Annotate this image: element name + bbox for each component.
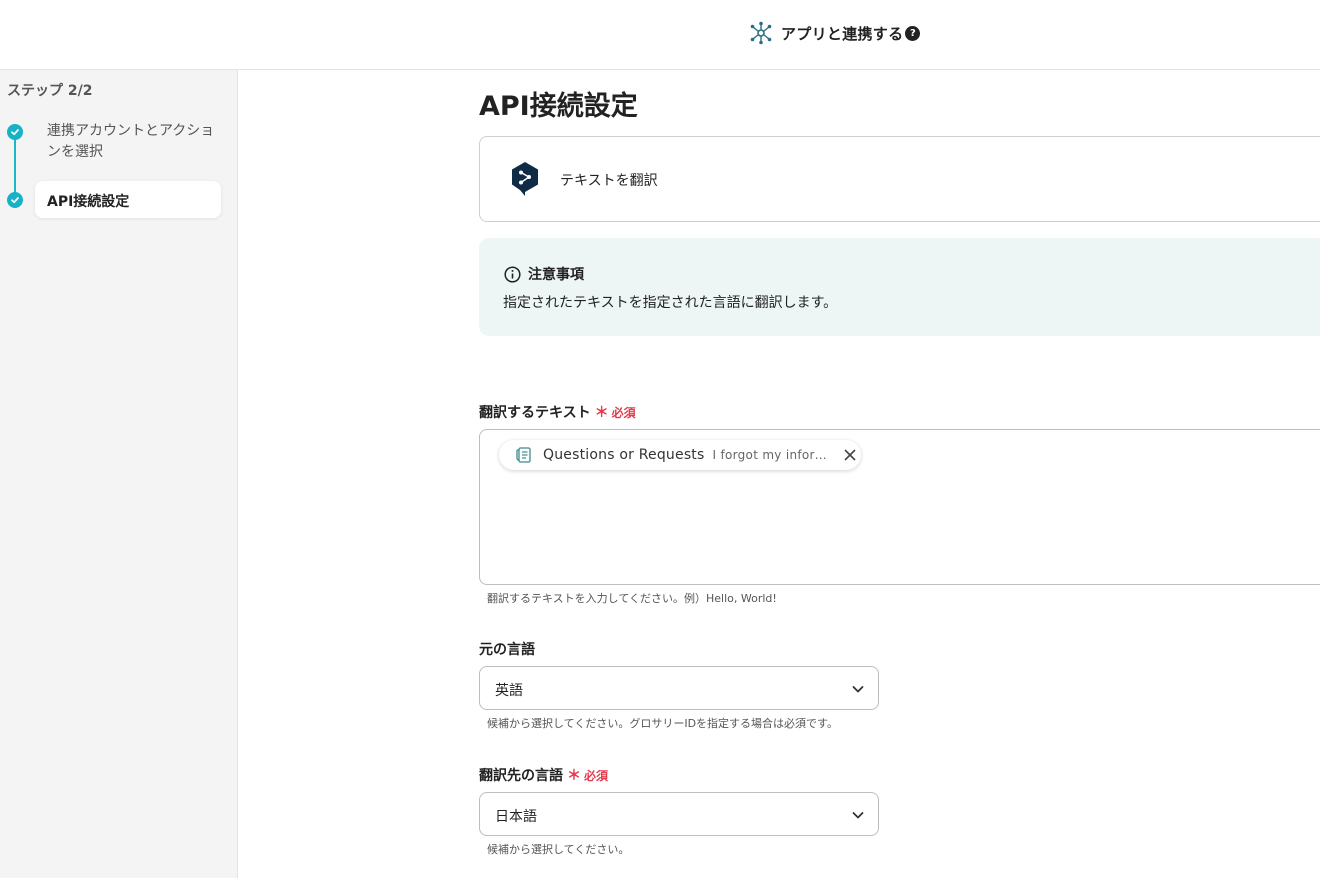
top-header: アプリと連携する ? — [0, 0, 1320, 70]
source-lang-hint: 候補から選択してください。グロサリーIDを指定する場合は必須です。 — [487, 717, 838, 730]
action-label: テキストを翻訳 — [560, 173, 658, 189]
step-1-check-icon — [7, 124, 23, 140]
header-title: アプリと連携する — [781, 24, 904, 43]
target-lang-label-text: 翻訳先の言語 — [479, 768, 563, 784]
target-lang-label: 翻訳先の言語 ＊ 必須 — [479, 765, 608, 785]
target-lang-hint: 候補から選択してください。 — [487, 843, 630, 856]
text-to-translate-input[interactable]: Questions or Requests I forgot my inform… — [479, 429, 1320, 585]
source-lang-select[interactable]: 英語 — [479, 666, 879, 710]
target-lang-value: 日本語 — [495, 809, 537, 825]
source-lang-label: 元の言語 — [479, 639, 535, 659]
deepl-logo-icon — [512, 162, 538, 196]
text-field-hint: 翻訳するテキストを入力してください。例）Hello, World! — [487, 592, 777, 605]
header-title-group: アプリと連携する ? — [750, 20, 921, 46]
source-lang-label-text: 元の言語 — [479, 642, 535, 658]
chevron-down-icon — [852, 686, 864, 693]
required-badge: 必須 — [611, 405, 636, 420]
target-lang-select[interactable]: 日本語 — [479, 792, 879, 836]
network-hub-icon — [750, 21, 772, 45]
notice-box: 注意事項 指定されたテキストを指定された言語に翻訳します。 — [479, 238, 1320, 336]
text-field-label: 翻訳するテキスト ＊ 必須 — [479, 402, 636, 422]
step-2-check-icon — [7, 192, 23, 208]
action-card: テキストを翻訳 — [479, 136, 1320, 222]
page-title: API接続設定 — [479, 91, 638, 122]
source-lang-value: 英語 — [495, 683, 523, 699]
text-field-label-text: 翻訳するテキスト — [479, 405, 591, 421]
sidebar-step-api-settings[interactable]: API接続設定 — [35, 181, 221, 218]
close-icon[interactable] — [843, 448, 857, 462]
form-document-icon — [516, 447, 531, 463]
chip-variable-value: I forgot my information and would like t… — [712, 448, 833, 462]
chip-variable-name: Questions or Requests — [543, 447, 705, 463]
step-counter: ステップ 2/2 — [7, 83, 93, 99]
required-badge: 必須 — [584, 768, 609, 783]
info-icon — [504, 265, 521, 283]
help-icon[interactable]: ? — [905, 25, 921, 41]
sidebar-steps: ステップ 2/2 連携アカウントとアクションを選択 API接続設定 — [0, 70, 238, 878]
notice-body: 指定されたテキストを指定された言語に翻訳します。 — [503, 295, 838, 311]
chevron-down-icon — [852, 812, 864, 819]
required-star: ＊ — [594, 405, 609, 421]
timeline-connector — [14, 132, 16, 200]
notice-title: 注意事項 — [528, 267, 584, 283]
notice-header: 注意事項 — [504, 264, 584, 284]
sidebar-step-api-settings-label: API接続設定 — [47, 194, 130, 210]
required-star: ＊ — [567, 768, 581, 784]
sidebar-step-select-account[interactable]: 連携アカウントとアクションを選択 — [47, 121, 217, 163]
variable-chip[interactable]: Questions or Requests I forgot my inform… — [499, 440, 861, 470]
